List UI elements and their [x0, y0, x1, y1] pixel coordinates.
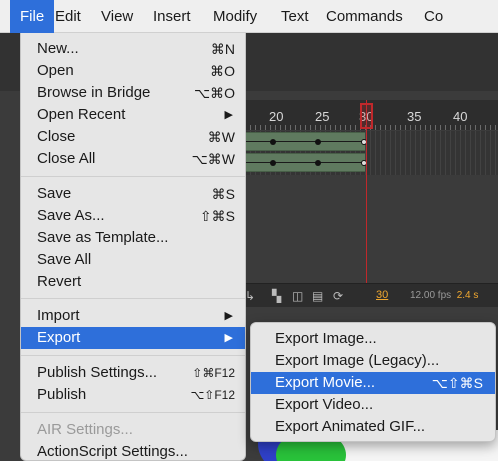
menu-modify[interactable]: Modify [203, 0, 267, 33]
menu-item-publish[interactable]: Publish ⌥⇧F12 [21, 384, 245, 406]
ruler-label: 35 [407, 109, 422, 124]
motion-tween-layer-2[interactable] [245, 153, 367, 172]
playhead[interactable] [360, 103, 373, 129]
menu-commands[interactable]: Commands [316, 0, 413, 33]
shortcut: ⌥⇧⌘S [431, 375, 483, 391]
menu-item-save-as-template[interactable]: Save as Template... [21, 227, 245, 249]
menu-separator [21, 412, 245, 413]
menu-item-label: Save As... [37, 207, 105, 224]
menu-item-label: Save [37, 185, 72, 202]
frame-rate[interactable]: 12.00 fps 2.4 s [410, 290, 478, 301]
fps-value: 12.00 fps [410, 290, 452, 301]
export-submenu: Export Image... Export Image (Legacy)...… [250, 322, 496, 442]
menu-text[interactable]: Text [271, 0, 319, 33]
motion-tween-layer-1[interactable] [245, 132, 367, 151]
menu-item-publish-settings[interactable]: Publish Settings... ⇧⌘F12 [21, 362, 245, 384]
menu-item-label: Export [37, 329, 81, 346]
current-frame[interactable]: 30 [376, 289, 388, 301]
menu-bar: File Edit View Insert Modify Text Comman… [0, 0, 498, 33]
shortcut: ⇧⌘F12 [192, 366, 235, 380]
ruler-label: 40 [453, 109, 468, 124]
menu-item-export-image[interactable]: Export Image... [251, 328, 495, 350]
shortcut: ⌘N [210, 41, 235, 57]
menu-item-label: Import [37, 307, 80, 324]
menu-item-label: Close [37, 128, 76, 145]
menu-item-browse-in-bridge[interactable]: Browse in Bridge ⌥⌘O [21, 82, 245, 104]
menu-edit[interactable]: Edit [45, 0, 91, 33]
edit-multiple-frames-icon[interactable]: ▤ [312, 289, 323, 303]
menu-item-export[interactable]: Export ▶ [21, 327, 245, 349]
menu-item-save-all[interactable]: Save All [21, 249, 245, 271]
keyframe[interactable] [315, 139, 321, 145]
menu-item-label: Save All [37, 251, 92, 268]
menu-item-label: New... [37, 40, 79, 57]
keyframe[interactable] [315, 160, 321, 166]
menu-item-open-recent[interactable]: Open Recent ▶ [21, 104, 245, 126]
menu-item-close[interactable]: Close ⌘W [21, 126, 245, 148]
keyframe[interactable] [270, 160, 276, 166]
menu-item-import[interactable]: Import ▶ [21, 305, 245, 327]
ruler-label: 25 [315, 109, 330, 124]
loop-icon[interactable]: ⟳ [333, 289, 343, 303]
shortcut: ⌥⇧F12 [190, 388, 235, 402]
submenu-arrow-icon: ▶ [224, 332, 233, 344]
menu-item-export-movie[interactable]: Export Movie... ⌥⇧⌘S [251, 372, 495, 394]
menu-item-export-image-legacy[interactable]: Export Image (Legacy)... [251, 350, 495, 372]
tween-line [245, 162, 363, 163]
menu-item-label: Export Video... [275, 396, 374, 413]
submenu-arrow-icon: ▶ [224, 310, 233, 322]
menu-item-export-animated-gif[interactable]: Export Animated GIF... [251, 416, 495, 438]
menu-insert[interactable]: Insert [143, 0, 201, 33]
menu-item-label: Open Recent [37, 106, 126, 123]
keyframe[interactable] [270, 139, 276, 145]
menu-item-new[interactable]: New... ⌘N [21, 38, 245, 60]
tween-line [245, 141, 363, 142]
shortcut: ⌘S [211, 186, 235, 202]
menu-item-label: Browse in Bridge [37, 84, 151, 101]
menu-view[interactable]: View [91, 0, 143, 33]
menu-separator [21, 355, 245, 356]
timeline-status-bar: ↳ ▚ ◫ ▤ ⟳ 30 12.00 fps 2.4 s [245, 283, 498, 307]
menu-item-open[interactable]: Open ⌘O [21, 60, 245, 82]
menu-item-label: Publish [37, 386, 87, 403]
menu-item-label: Save as Template... [37, 229, 169, 246]
shortcut: ⌘O [210, 63, 235, 79]
menu-item-label: Revert [37, 273, 82, 290]
onion-outline-icon[interactable]: ◫ [292, 289, 303, 303]
menu-item-label: Open [37, 62, 74, 79]
menu-item-label: Export Movie... [275, 374, 376, 391]
menu-item-label: Publish Settings... [37, 364, 158, 381]
menu-item-actionscript-settings[interactable]: ActionScript Settings... [21, 441, 245, 460]
expand-icon[interactable]: ↳ [245, 289, 255, 303]
menu-item-air-settings: AIR Settings... [21, 419, 245, 441]
shortcut: ⌘W [207, 129, 235, 145]
menu-item-close-all[interactable]: Close All ⌥⌘W [21, 148, 245, 170]
menu-item-save-as[interactable]: Save As... ⇧⌘S [21, 205, 245, 227]
elapsed-time: 2.4 s [456, 290, 479, 301]
onion-skin-icon[interactable]: ▚ [272, 289, 281, 303]
menu-item-revert[interactable]: Revert [21, 271, 245, 293]
shortcut: ⌥⌘O [193, 85, 235, 101]
menu-item-label: AIR Settings... [37, 421, 133, 438]
shortcut: ⌥⌘W [191, 151, 235, 167]
menu-item-label: Close All [37, 150, 96, 167]
ruler-label: 20 [269, 109, 284, 124]
menu-control[interactable]: Co [414, 0, 453, 33]
menu-item-label: Export Image (Legacy)... [275, 352, 440, 369]
menu-item-label: ActionScript Settings... [37, 443, 188, 460]
menu-item-label: Export Image... [275, 330, 377, 347]
menu-item-save[interactable]: Save ⌘S [21, 183, 245, 205]
shortcut: ⇧⌘S [199, 208, 235, 224]
menu-item-export-video[interactable]: Export Video... [251, 394, 495, 416]
menu-separator [21, 298, 245, 299]
menu-item-label: Export Animated GIF... [275, 418, 426, 435]
file-menu-dropdown: New... ⌘N Open ⌘O Browse in Bridge ⌥⌘O O… [20, 33, 246, 461]
submenu-arrow-icon: ▶ [224, 109, 233, 121]
menu-separator [21, 176, 245, 177]
